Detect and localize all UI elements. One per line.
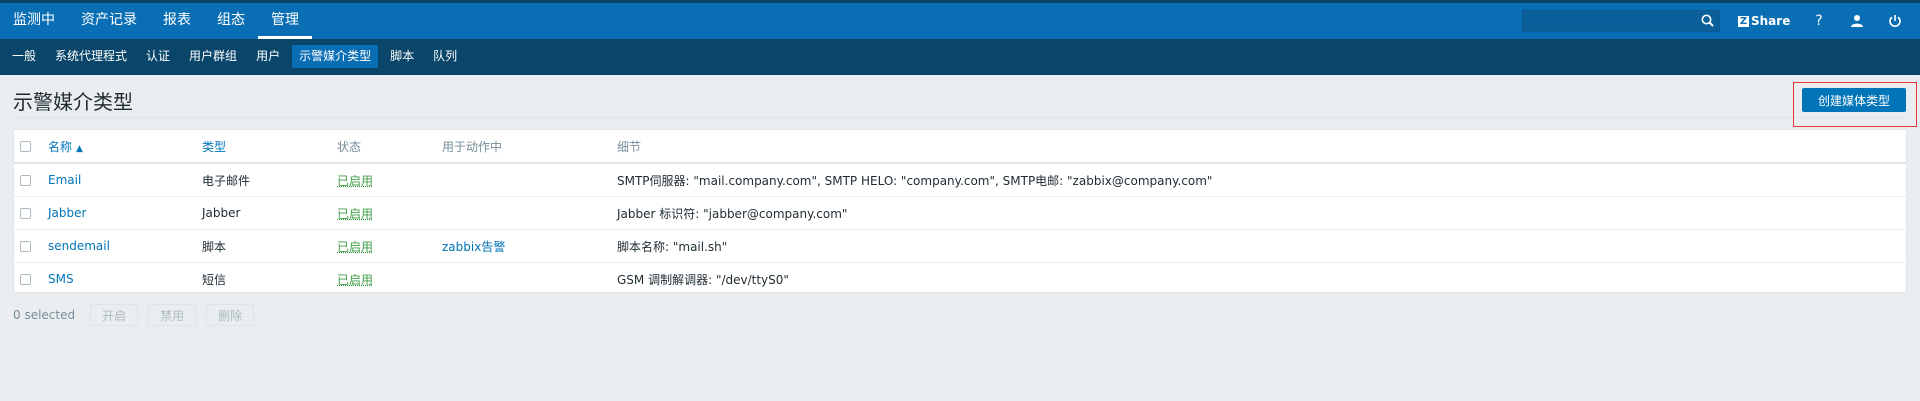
select-all-checkbox[interactable] [20,141,31,152]
type-cell: 电子邮件 [202,163,337,197]
status-toggle[interactable]: 已启用 [337,240,373,254]
delete-button[interactable]: 删除 [206,304,255,326]
submenu-queue[interactable]: 队列 [426,45,464,68]
create-media-type-button[interactable]: 创建媒体类型 [1802,88,1906,112]
row-select-cell [14,229,48,263]
status-cell: 已启用 [337,163,442,197]
column-type[interactable]: 类型 [202,130,337,164]
selected-count: 0 selected [13,308,76,322]
menu-configuration[interactable]: 组态 [204,3,258,39]
action-cell: zabbix告警 [442,229,617,263]
submenu-authentication[interactable]: 认证 [139,45,177,68]
action-cell [442,163,617,197]
column-status: 状态 [337,130,442,164]
sub-navigation-bar: 一般 系统代理程式 认证 用户群组 用户 示警媒介类型 脚本 队列 [0,39,1920,75]
column-used-in-actions: 用于动作中 [442,130,617,164]
details-cell: Jabber 标识符: "jabber@company.com" [617,196,1906,230]
name-cell: SMS [48,263,202,296]
share-label: Share [1751,14,1791,28]
select-all-cell [14,130,48,164]
sort-ascending-icon: ▲ [76,143,83,154]
sort-by-type-link[interactable]: 类型 [202,140,226,154]
status-toggle[interactable]: 已启用 [337,174,373,188]
menu-administration[interactable]: 管理 [258,3,312,39]
column-details: 细节 [617,130,1906,164]
action-cell [442,196,617,230]
submenu-media-types[interactable]: 示警媒介类型 [292,45,379,68]
main-menu: 监测中 资产记录 报表 组态 管理 [0,3,312,39]
row-select-cell [14,263,48,296]
table-row: sendemail 脚本 已启用 zabbix告警 脚本名称: "mail.sh… [14,229,1906,263]
submenu-general[interactable]: 一般 [5,45,43,68]
action-cell [442,263,617,296]
table-row: SMS 短信 已启用 GSM 调制解调器: "/dev/ttyS0" [14,263,1906,296]
menu-reports[interactable]: 报表 [150,3,204,39]
page-title: 示警媒介类型 [13,90,133,114]
row-checkbox[interactable] [20,241,31,252]
menu-monitoring[interactable]: 监测中 [0,3,68,39]
media-type-name-link[interactable]: Jabber [48,206,86,220]
menu-inventory[interactable]: 资产记录 [68,3,150,39]
media-type-name-link[interactable]: Email [48,173,81,187]
details-cell: 脚本名称: "mail.sh" [617,229,1906,263]
top-navigation-bar: 监测中 资产记录 报表 组态 管理 Z Share ? [0,0,1920,39]
status-cell: 已启用 [337,263,442,296]
row-select-cell [14,196,48,230]
media-types-table: 名称 ▲ 类型 状态 用于动作中 细节 Email 电子邮件 已启用 SMTP伺服… [13,129,1907,293]
zabbix-share-logo-icon: Z [1738,15,1749,27]
search-icon[interactable] [1698,11,1718,31]
disable-button[interactable]: 禁用 [148,304,197,326]
row-checkbox[interactable] [20,274,31,285]
table-footer: 0 selected 开启 禁用 删除 [13,303,264,327]
enable-button[interactable]: 开启 [90,304,139,326]
details-cell: SMTP伺服器: "mail.company.com", SMTP HELO: … [617,163,1906,197]
search-input[interactable] [1522,10,1720,32]
table-header-row: 名称 ▲ 类型 状态 用于动作中 细节 [14,130,1906,164]
media-type-name-link[interactable]: SMS [48,272,74,286]
status-cell: 已启用 [337,196,442,230]
type-cell: Jabber [202,196,337,230]
table-row: Email 电子邮件 已启用 SMTP伺服器: "mail.company.co… [14,163,1906,197]
status-toggle[interactable]: 已启用 [337,273,373,287]
help-icon[interactable]: ? [1808,10,1830,32]
power-off-icon[interactable] [1884,10,1906,32]
media-type-name-link[interactable]: sendemail [48,239,110,253]
status-cell: 已启用 [337,229,442,263]
submenu: 一般 系统代理程式 认证 用户群组 用户 示警媒介类型 脚本 队列 [0,45,464,68]
column-name[interactable]: 名称 ▲ [48,130,202,164]
details-cell: GSM 调制解调器: "/dev/ttyS0" [617,272,789,287]
status-toggle[interactable]: 已启用 [337,207,373,221]
type-cell: 脚本 [202,229,337,263]
row-checkbox[interactable] [20,175,31,186]
submenu-users[interactable]: 用户 [249,45,287,68]
row-select-cell [14,163,48,197]
name-cell: Jabber [48,196,202,230]
action-link[interactable]: zabbix告警 [442,240,505,254]
user-profile-icon[interactable] [1846,10,1868,32]
submenu-scripts[interactable]: 脚本 [383,45,421,68]
table-row: Jabber Jabber 已启用 Jabber 标识符: "jabber@co… [14,196,1906,230]
name-cell: Email [48,163,202,197]
submenu-user-groups[interactable]: 用户群组 [182,45,244,68]
row-checkbox[interactable] [20,208,31,219]
share-button[interactable]: Z Share [1738,9,1790,33]
name-cell: sendemail [48,229,202,263]
type-cell: 短信 [202,272,227,287]
sort-by-name-link[interactable]: 名称 [48,140,72,154]
submenu-proxies[interactable]: 系统代理程式 [48,45,134,68]
header-divider [13,117,1907,118]
